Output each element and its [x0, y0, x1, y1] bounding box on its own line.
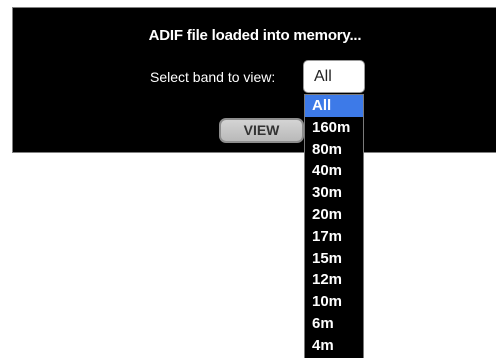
- band-option-12m[interactable]: 12m: [305, 269, 363, 291]
- band-option-80m[interactable]: 80m: [305, 139, 363, 161]
- band-option-all[interactable]: All: [305, 95, 363, 117]
- band-option-17m[interactable]: 17m: [305, 226, 363, 248]
- panel-title: ADIF file loaded into memory...: [148, 27, 362, 44]
- band-option-30m[interactable]: 30m: [305, 182, 363, 204]
- band-option-4m[interactable]: 4m: [305, 335, 363, 357]
- band-option-160m[interactable]: 160m: [305, 117, 363, 139]
- adif-panel: ADIF file loaded into memory... Select b…: [12, 7, 496, 153]
- band-dropdown-list[interactable]: All 160m 80m 40m 30m 20m 17m 15m 12m 10m…: [304, 94, 364, 358]
- band-option-6m[interactable]: 6m: [305, 313, 363, 335]
- view-button[interactable]: VIEW: [219, 118, 304, 143]
- band-option-15m[interactable]: 15m: [305, 248, 363, 270]
- band-option-10m[interactable]: 10m: [305, 291, 363, 313]
- band-select-label: Select band to view:: [150, 69, 276, 85]
- band-option-40m[interactable]: 40m: [305, 160, 363, 182]
- band-option-20m[interactable]: 20m: [305, 204, 363, 226]
- band-select[interactable]: All: [303, 60, 365, 93]
